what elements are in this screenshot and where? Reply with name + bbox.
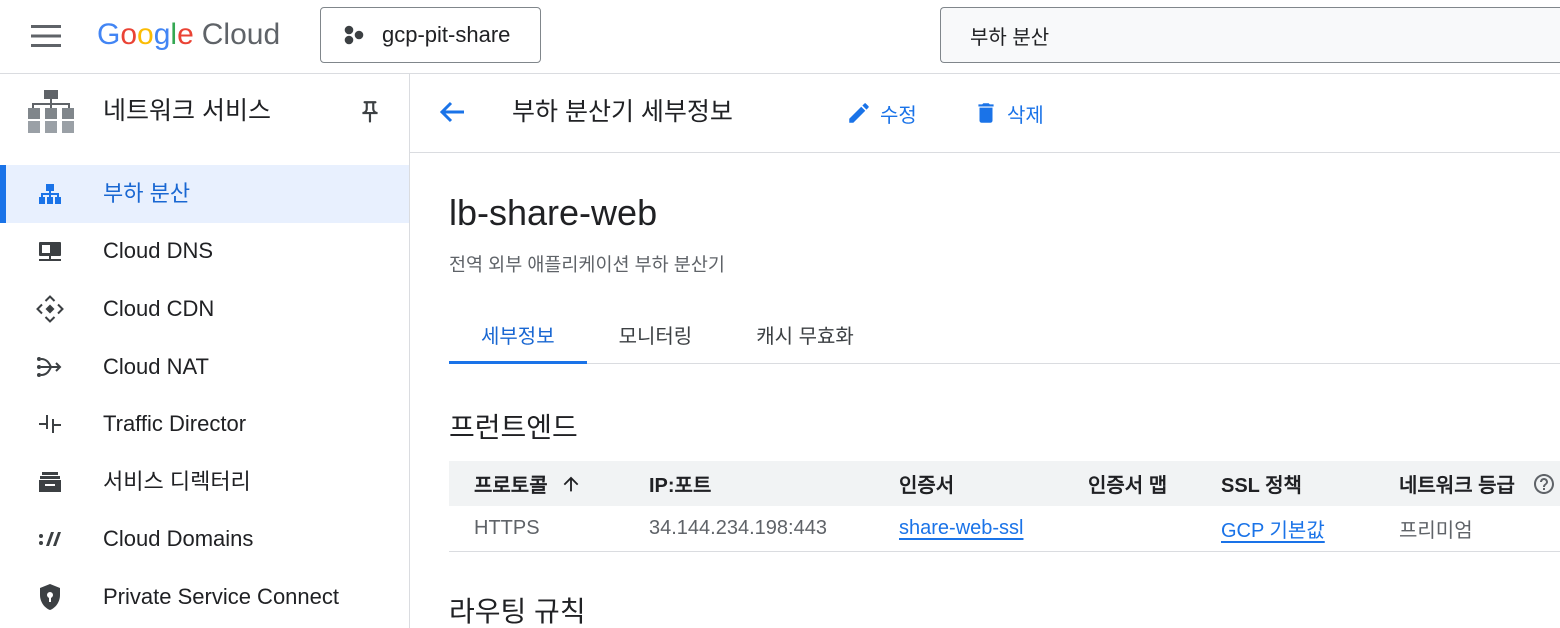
certificate-link[interactable]: share-web-ssl — [899, 517, 1023, 539]
logo-letter: G — [97, 18, 121, 51]
cloud-dns-icon — [39, 242, 61, 262]
table-header-row: 프로토콜 IP:포트 인증서 인증서 맵 SSL 정책 네트워크 등급 — [449, 461, 1560, 506]
logo-cloud-wordmark: Cloud — [201, 18, 281, 51]
logo-letter: o — [137, 18, 154, 51]
sidebar-item-label: Cloud DNS — [103, 238, 214, 264]
arrow-upward-icon[interactable] — [560, 473, 582, 495]
tab-cache-invalidation[interactable]: 캐시 무효화 — [724, 306, 886, 363]
column-header-certificate-map[interactable]: 인증서 맵 — [1063, 461, 1196, 506]
main-menu-button[interactable] — [24, 16, 68, 56]
service-directory-icon — [39, 471, 61, 492]
column-header-ssl-policy[interactable]: SSL 정책 — [1196, 461, 1374, 506]
cloud-domains-icon — [38, 532, 61, 547]
cell-network-tier: 프리미엄 — [1399, 519, 1473, 542]
column-header-label: 프로토콜 — [474, 475, 548, 497]
tab-monitoring[interactable]: 모니터링 — [587, 306, 725, 363]
page-title: 부하 분산기 세부정보 — [512, 98, 733, 126]
load-balancer-type: 전역 외부 애플리케이션 부하 분산기 — [449, 254, 725, 275]
delete-button[interactable]: 삭제 — [973, 96, 1044, 130]
cloud-cdn-icon — [36, 295, 64, 323]
cell-protocol: HTTPS — [474, 516, 540, 539]
sidebar-item-label: Cloud NAT — [103, 353, 209, 379]
sidebar-nav: 부하 분산 Cloud DNS Cloud CDN Cloud NAT Traf… — [0, 165, 409, 626]
column-header-ip-port[interactable]: IP:포트 — [624, 461, 874, 506]
cell-ip-port: 34.144.234.198:443 — [649, 516, 827, 539]
column-header-network-tier[interactable]: 네트워크 등급 — [1374, 461, 1560, 506]
sidebar-item-label: 서비스 디렉터리 — [103, 468, 251, 494]
cloud-nat-icon — [37, 356, 62, 377]
sidebar-item-load-balancing[interactable]: 부하 분산 — [0, 165, 409, 223]
project-name: gcp-pit-share — [382, 22, 511, 47]
private-service-connect-icon — [40, 583, 60, 610]
load-balancer-name: lb-share-web — [449, 192, 658, 233]
sidebar-item-traffic-director[interactable]: Traffic Director — [0, 395, 409, 453]
frontend-table: 프로토콜 IP:포트 인증서 인증서 맵 SSL 정책 네트워크 등급 HTTP… — [449, 461, 1560, 552]
edit-icon — [849, 103, 869, 123]
traffic-director-icon — [39, 415, 61, 434]
column-header-label: 네트워크 등급 — [1399, 475, 1515, 497]
project-icon — [344, 25, 364, 45]
column-header-protocol[interactable]: 프로토콜 — [449, 461, 624, 506]
cell-ssl-policy: GCP 기본값 — [1196, 506, 1374, 551]
arrow-back-icon[interactable] — [438, 98, 466, 126]
cell-certificate: share-web-ssl — [874, 506, 1063, 551]
sidebar-item-service-directory[interactable]: 서비스 디렉터리 — [0, 453, 409, 511]
help-icon[interactable] — [1532, 472, 1556, 496]
logo-letter: e — [177, 18, 194, 51]
logo-google-wordmark: Google — [97, 18, 194, 51]
edit-button[interactable]: 수정 — [846, 96, 917, 130]
sidebar-item-label: 부하 분산 — [103, 180, 191, 206]
frontend-section-title: 프런트엔드 — [449, 412, 578, 443]
search-box[interactable] — [940, 7, 1560, 63]
cell-certificate-map — [1063, 506, 1196, 551]
sidebar-item-cloud-domains[interactable]: Cloud Domains — [0, 511, 409, 569]
sidebar: 네트워크 서비스 부하 분산 Cloud DNS Cloud CDN Cloud… — [0, 74, 410, 628]
sidebar-item-label: Cloud CDN — [103, 295, 215, 321]
pin-icon[interactable] — [357, 99, 383, 125]
logo-letter: o — [120, 18, 138, 51]
tab-details[interactable]: 세부정보 — [449, 306, 587, 364]
delete-button-label: 삭제 — [1007, 104, 1044, 127]
table-row: HTTPS 34.144.234.198:443 share-web-ssl G… — [449, 506, 1560, 551]
sidebar-item-private-service-connect[interactable]: Private Service Connect — [0, 568, 409, 626]
routing-rules-section-title: 라우팅 규칙 — [449, 596, 586, 627]
edit-button-label: 수정 — [880, 104, 917, 127]
sidebar-item-label: Traffic Director — [103, 411, 247, 437]
sidebar-item-cloud-dns[interactable]: Cloud DNS — [0, 223, 409, 281]
sidebar-item-label: Private Service Connect — [103, 583, 339, 609]
delete-icon — [978, 103, 994, 123]
logo-letter: g — [153, 18, 171, 51]
detail-tabs: 세부정보 모니터링 캐시 무효화 — [449, 306, 1560, 364]
network-services-icon — [28, 90, 74, 133]
page-header: 부하 분산기 세부정보 수정 삭제 — [410, 74, 1560, 153]
sidebar-item-cloud-nat[interactable]: Cloud NAT — [0, 338, 409, 396]
sidebar-item-label: Cloud Domains — [103, 526, 254, 552]
search-input[interactable] — [941, 8, 1560, 62]
sidebar-title: 네트워크 서비스 — [103, 97, 271, 125]
column-header-certificate[interactable]: 인증서 — [874, 461, 1063, 506]
ssl-policy-link[interactable]: GCP 기본값 — [1221, 520, 1325, 542]
load-balancing-icon — [39, 183, 61, 204]
project-selector-button[interactable]: gcp-pit-share — [320, 7, 541, 63]
menu-icon[interactable] — [31, 25, 61, 47]
google-cloud-logo[interactable]: Google Cloud — [97, 14, 280, 56]
top-app-bar: Google Cloud gcp-pit-share — [0, 0, 1560, 74]
sidebar-item-cloud-cdn[interactable]: Cloud CDN — [0, 280, 409, 338]
